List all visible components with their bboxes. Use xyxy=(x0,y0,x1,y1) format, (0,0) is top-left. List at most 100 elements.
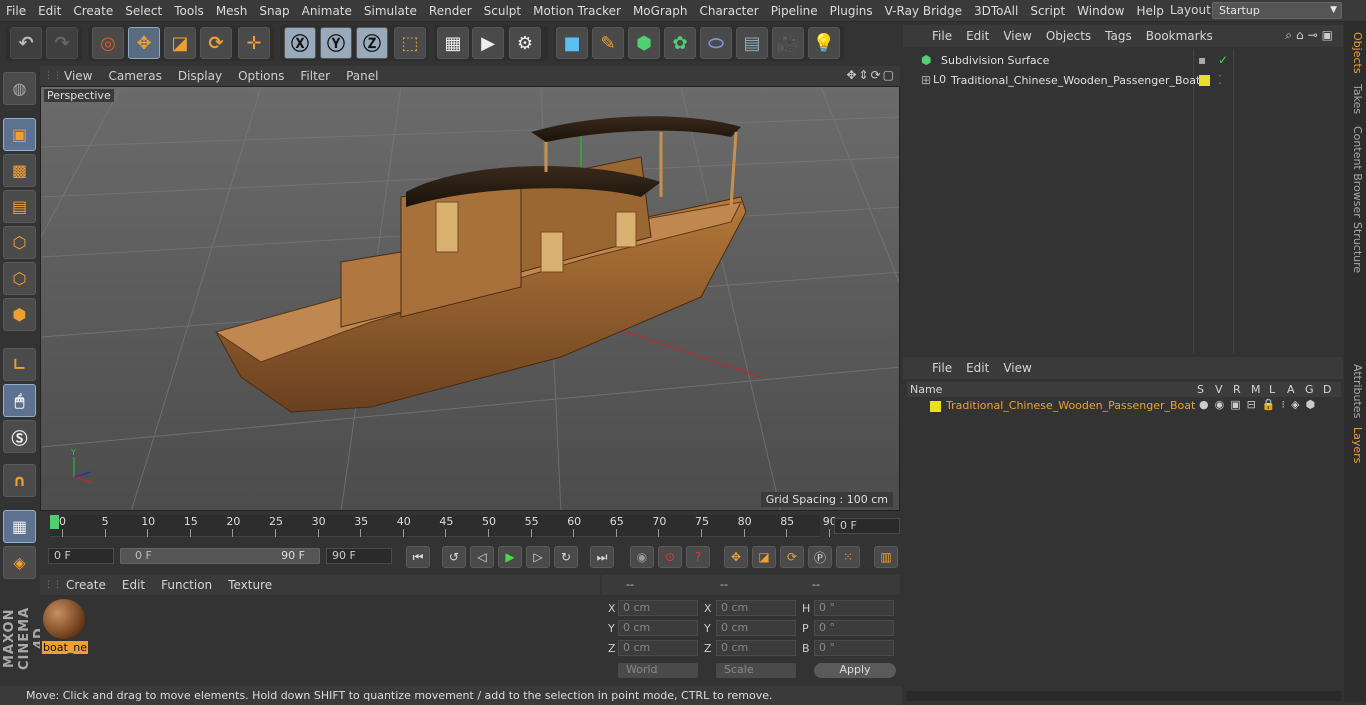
vp-menu-options[interactable]: Options xyxy=(230,69,292,83)
menu-animate[interactable]: Animate xyxy=(296,4,358,18)
render-settings-icon[interactable]: ⚙ xyxy=(509,27,541,59)
texture-mode-icon[interactable]: ▩ xyxy=(3,154,36,187)
rotation-h-field[interactable]: 0 ° xyxy=(814,600,894,616)
previous-key-icon[interactable]: ↺ xyxy=(442,546,466,568)
tab-takes[interactable]: Takes xyxy=(1346,84,1364,114)
mat-menu-function[interactable]: Function xyxy=(153,578,220,592)
start-frame-field[interactable]: 0 F xyxy=(48,548,114,564)
snapping-icon[interactable]: ∩ xyxy=(3,464,36,497)
layer-row[interactable]: Traditional_Chinese_Wooden_Passenger_Boa… xyxy=(913,398,1341,415)
vp-menu-view[interactable]: View xyxy=(56,69,100,83)
undo-icon[interactable]: ↶ xyxy=(10,27,42,59)
rotate-tool-icon[interactable]: ⟳ xyxy=(200,27,232,59)
menu-snap[interactable]: Snap xyxy=(253,4,295,18)
camera-icon[interactable]: 🎥 xyxy=(772,27,804,59)
go-to-end-icon[interactable]: ⏭ xyxy=(590,546,614,568)
vp-menu-cameras[interactable]: Cameras xyxy=(100,69,169,83)
mat-menu-texture[interactable]: Texture xyxy=(220,578,280,592)
go-to-start-icon[interactable]: ⏮ xyxy=(406,546,430,568)
pen-spline-icon[interactable]: ✎ xyxy=(592,27,624,59)
points-mode-icon[interactable]: ⬡ xyxy=(3,226,36,259)
menu-create[interactable]: Create xyxy=(67,4,119,18)
live-selection-icon[interactable]: ◎ xyxy=(92,27,124,59)
recent-tool-icon[interactable]: ✛ xyxy=(238,27,270,59)
scale-mode-dropdown[interactable]: Scale xyxy=(716,663,796,678)
layer-menu-edit[interactable]: Edit xyxy=(959,361,996,375)
material-name[interactable]: boat_ne xyxy=(42,641,89,654)
autokey-icon[interactable]: ⊙ xyxy=(658,546,682,568)
coordinate-system-icon[interactable]: ⬚ xyxy=(394,27,426,59)
locked-workplane-icon[interactable]: ◈ xyxy=(3,546,36,579)
rotation-p-field[interactable]: 0 ° xyxy=(814,620,894,636)
column-g[interactable]: G xyxy=(1305,383,1314,396)
horizontal-scrollbar[interactable] xyxy=(907,691,1341,701)
obj-menu-view[interactable]: View xyxy=(996,29,1038,43)
cloner-icon[interactable]: ✿ xyxy=(664,27,696,59)
scale-tool-icon[interactable]: ◪ xyxy=(164,27,196,59)
deformer-icon[interactable]: ⬭ xyxy=(700,27,732,59)
mat-menu-edit[interactable]: Edit xyxy=(114,578,153,592)
timeline-window-icon[interactable]: ▥ xyxy=(874,546,898,568)
key-scale-icon[interactable]: ◪ xyxy=(752,546,776,568)
rotation-b-field[interactable]: 0 ° xyxy=(814,640,894,656)
position-z-field[interactable]: 0 cm xyxy=(618,640,698,656)
tweak-mode-icon[interactable]: 🖱 xyxy=(3,384,36,417)
redo-icon[interactable]: ↷ xyxy=(46,27,78,59)
layer-name[interactable]: Traditional_Chinese_Wooden_Passenger_Boa… xyxy=(946,399,1195,412)
column-v[interactable]: V xyxy=(1215,383,1223,396)
menu-3dtoall[interactable]: 3DToAll xyxy=(968,4,1024,18)
menu-script[interactable]: Script xyxy=(1024,4,1071,18)
timeline-ruler[interactable]: 0 5 10 15 20 25 30 35 40 45 50 55 60 65 70 75 80 85 90 0 F xyxy=(40,511,900,541)
checkmark-icon[interactable]: ✓ xyxy=(1218,53,1228,67)
menu-mograph[interactable]: MoGraph xyxy=(627,4,694,18)
menu-edit[interactable]: Edit xyxy=(32,4,67,18)
layer-menu-view[interactable]: View xyxy=(996,361,1038,375)
menu-motion-tracker[interactable]: Motion Tracker xyxy=(527,4,627,18)
render-view-icon[interactable]: ▦ xyxy=(437,27,469,59)
menu-help[interactable]: Help xyxy=(1130,4,1169,18)
scale-z-field[interactable]: 0 cm xyxy=(716,640,796,656)
workplane-lock-icon[interactable]: ▦ xyxy=(3,510,36,543)
menu-plugins[interactable]: Plugins xyxy=(824,4,879,18)
position-y-field[interactable]: 0 cm xyxy=(618,620,698,636)
menu-sculpt[interactable]: Sculpt xyxy=(478,4,527,18)
menu-mesh[interactable]: Mesh xyxy=(210,4,254,18)
previous-frame-icon[interactable]: ◁ xyxy=(470,546,494,568)
key-rotation-icon[interactable]: ⟳ xyxy=(780,546,804,568)
record-keys-icon[interactable]: ◉ xyxy=(630,546,654,568)
frame-range-slider[interactable]: 0 F 90 F xyxy=(120,548,320,564)
viewport-nav-icons[interactable]: ✥⇕⟳▢ xyxy=(846,68,896,82)
move-tool-icon[interactable]: ✥ xyxy=(128,27,160,59)
column-d[interactable]: D xyxy=(1323,383,1331,396)
layout-dropdown[interactable]: Startup ▼ xyxy=(1212,2,1342,19)
expand-icon[interactable]: ⊞ xyxy=(921,73,931,87)
playhead[interactable] xyxy=(50,515,59,529)
search-icon[interactable]: ⌕⌂⊸▣ xyxy=(1285,28,1337,43)
object-row-subdivision[interactable]: ⬢ Subdivision Surface ▪ ✓ xyxy=(911,53,1341,71)
menu-vray-bridge[interactable]: V-Ray Bridge xyxy=(879,4,968,18)
3d-viewport[interactable]: Y Perspective Grid Spacing : 100 cm xyxy=(40,86,900,511)
key-position-icon[interactable]: ✥ xyxy=(724,546,748,568)
light-icon[interactable]: 💡 xyxy=(808,27,840,59)
obj-menu-file[interactable]: File xyxy=(925,29,959,43)
obj-menu-bookmarks[interactable]: Bookmarks xyxy=(1139,29,1220,43)
obj-menu-tags[interactable]: Tags xyxy=(1098,29,1139,43)
floor-icon[interactable]: ▤ xyxy=(736,27,768,59)
menu-file[interactable]: File xyxy=(0,4,32,18)
z-axis-lock-icon[interactable]: Ⓩ xyxy=(356,27,388,59)
next-frame-icon[interactable]: ▷ xyxy=(526,546,550,568)
coordinate-mode-dropdown[interactable]: World xyxy=(618,663,698,678)
scale-y-field[interactable]: 0 cm xyxy=(716,620,796,636)
menu-pipeline[interactable]: Pipeline xyxy=(765,4,824,18)
vp-menu-panel[interactable]: Panel xyxy=(338,69,386,83)
play-icon[interactable]: ▶ xyxy=(498,546,522,568)
column-l[interactable]: L xyxy=(1269,383,1275,396)
tab-layers[interactable]: Layers xyxy=(1346,427,1364,463)
edges-mode-icon[interactable]: ⬡ xyxy=(3,262,36,295)
column-m[interactable]: M xyxy=(1251,383,1261,396)
camera-label[interactable]: Perspective xyxy=(44,89,114,102)
obj-menu-objects[interactable]: Objects xyxy=(1039,29,1098,43)
menu-simulate[interactable]: Simulate xyxy=(358,4,423,18)
scale-x-field[interactable]: 0 cm xyxy=(716,600,796,616)
model-mode-icon[interactable]: ▣ xyxy=(3,118,36,151)
